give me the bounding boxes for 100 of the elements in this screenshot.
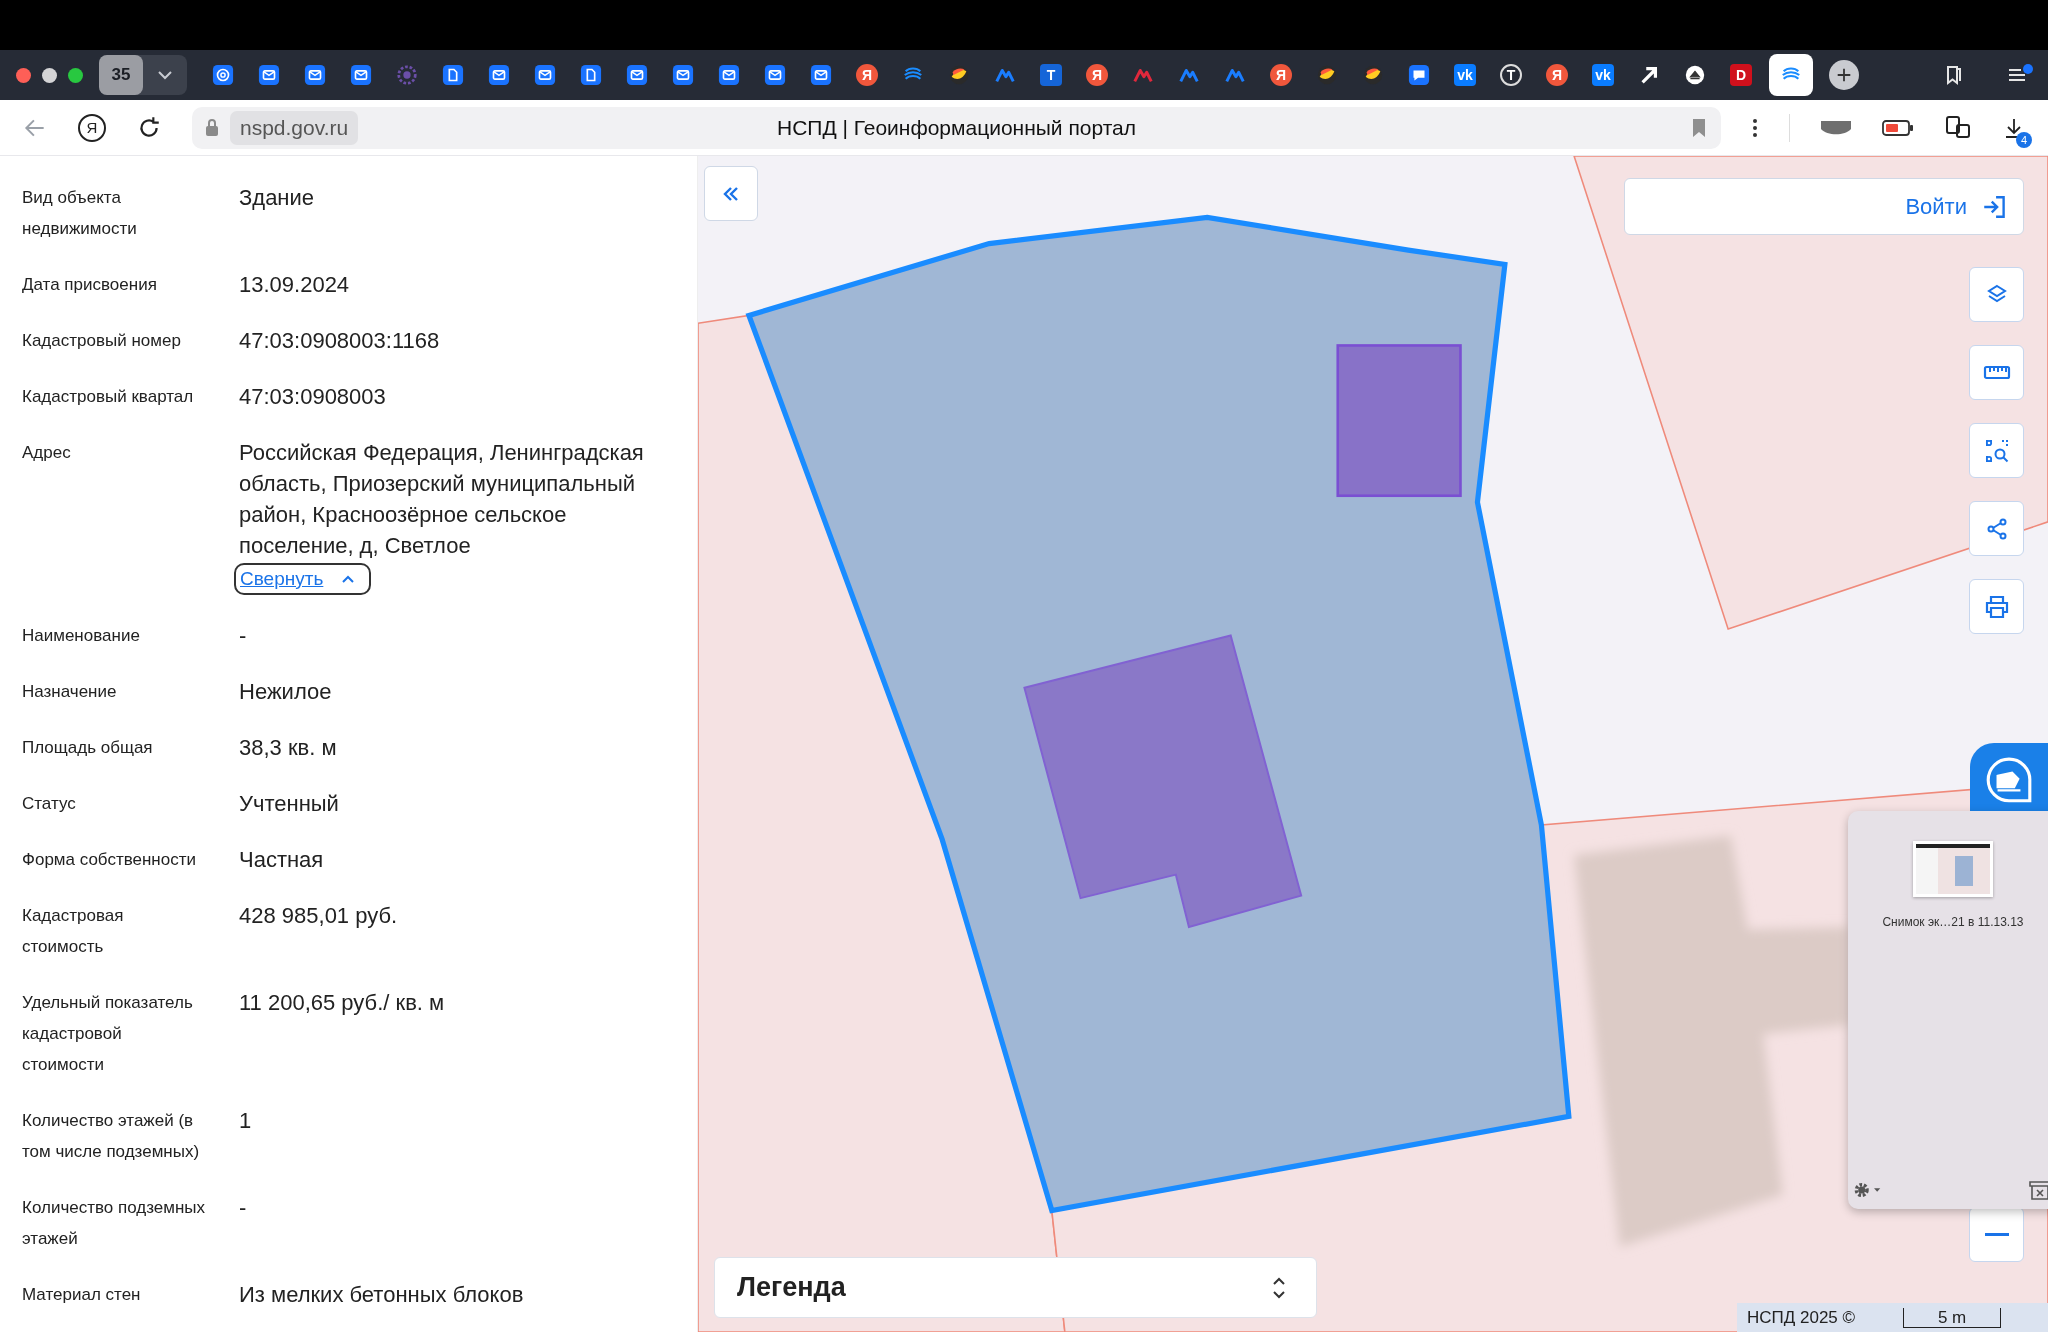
- bookmark-icon[interactable]: [1691, 117, 1707, 138]
- document-icon: [442, 64, 464, 86]
- trash-icon[interactable]: [2028, 1179, 2048, 1201]
- field-value: -: [239, 622, 247, 650]
- envelope-icon: [534, 64, 556, 86]
- browser-tab[interactable]: Я: [849, 57, 885, 93]
- field-label: Материал стен: [22, 1284, 142, 1306]
- envelope-icon: [626, 64, 648, 86]
- letter-logo-icon: vk: [1592, 64, 1614, 86]
- field-label: Площадь общая: [22, 737, 154, 759]
- letter-logo-icon: Я: [856, 64, 878, 86]
- field-value: Учтенный: [239, 790, 339, 818]
- page-title: НСПД | Геоинформационный портал: [776, 115, 1137, 140]
- download-count-badge: 4: [2016, 131, 2032, 148]
- envelope-icon: [350, 64, 372, 86]
- zoom-out-button[interactable]: [1969, 1207, 2024, 1262]
- document-icon: [580, 64, 602, 86]
- triangle-circle-icon: [1684, 64, 1706, 86]
- browser-tab[interactable]: T: [1033, 57, 1069, 93]
- field-label: Дата присвоения: [22, 274, 158, 296]
- field-label: Кадастровый номер: [22, 330, 182, 352]
- area-search-icon: [1983, 437, 2010, 464]
- yandex-home-button[interactable]: Я: [78, 113, 106, 142]
- close-window-button[interactable]: [16, 67, 31, 83]
- field-label: Адрес: [22, 442, 72, 464]
- letter-logo-icon: D: [1730, 64, 1752, 86]
- ruler-tool-button[interactable]: [1969, 345, 2024, 400]
- field-value: 13.09.2024: [239, 271, 350, 299]
- lock-icon: [204, 117, 220, 138]
- browser-tab[interactable]: Я: [1539, 57, 1575, 93]
- field-value: Российская Федерация, Ленинградская область, Приозерский муниципальный район, Красноозёрное сельское поселение, д, Светлое: [239, 439, 645, 560]
- up-down-chevron-icon: [1272, 1275, 1286, 1300]
- field-label: Кадастровая стоимость: [22, 905, 125, 958]
- flower-icon: [396, 64, 418, 86]
- browser-tab[interactable]: D: [1723, 57, 1759, 93]
- field-label: Наименование: [22, 625, 141, 647]
- envelope-icon: [258, 64, 280, 86]
- field-value: 38,3 кв. м: [239, 734, 337, 762]
- field-label: Назначение: [22, 681, 118, 703]
- url-text: nspd.gov.ru: [230, 110, 359, 145]
- field-value: 1: [239, 1107, 252, 1135]
- letter-logo-icon: vk: [1454, 64, 1476, 86]
- browser-tab[interactable]: vk: [1585, 57, 1621, 93]
- field-value: 428 985,01 руб.: [239, 902, 398, 930]
- attribution-text: НСПД 2025 ©: [1747, 1307, 1856, 1328]
- field-value: -: [239, 1194, 247, 1222]
- tab-count-badge[interactable]: 35: [99, 55, 143, 95]
- letter-logo-icon: Я: [1546, 64, 1568, 86]
- login-button[interactable]: Войти: [1624, 178, 2024, 235]
- field-value: 47:03:0908003: [239, 383, 386, 411]
- letter-logo-icon: Я: [1270, 64, 1292, 86]
- screenshot-thumbnail[interactable]: [1913, 841, 1993, 897]
- battery-icon[interactable]: [1882, 118, 1914, 137]
- browser-tab[interactable]: Я: [1079, 57, 1115, 93]
- layers-tool-button[interactable]: [1969, 267, 2024, 322]
- envelope-icon: [488, 64, 510, 86]
- field-label: Количество этажей (в том числе подземных): [22, 1110, 201, 1163]
- letter-logo-icon: T: [1040, 64, 1062, 86]
- field-label: Кадастровый квартал: [22, 386, 195, 408]
- ball-logo-icon: [1362, 64, 1384, 86]
- field-value: 11 200,65 руб./ кв. м: [239, 989, 445, 1017]
- field-label: Удельный показатель кадастровой стоимости: [22, 992, 194, 1076]
- field-value: Частная: [239, 846, 324, 874]
- envelope-icon: [672, 64, 694, 86]
- browser-tab[interactable]: vk: [1447, 57, 1483, 93]
- envelope-icon: [764, 64, 786, 86]
- letter-logo-icon: Я: [1086, 64, 1108, 86]
- browser-tab[interactable]: T: [1493, 57, 1529, 93]
- select-tool-button[interactable]: [1969, 423, 2024, 478]
- plus-icon: [1835, 66, 1853, 84]
- file-name: Снимок эк…21 в 11.13.13: [1882, 915, 2024, 929]
- ball-logo-icon: [948, 64, 970, 86]
- print-tool-button[interactable]: [1969, 579, 2024, 634]
- envelope-icon: [810, 64, 832, 86]
- zoom-window-button[interactable]: [68, 67, 83, 83]
- speech-bubble-icon: [1408, 64, 1430, 86]
- field-label: Форма собственности: [22, 849, 197, 871]
- browser-tab[interactable]: Я: [1263, 57, 1299, 93]
- collapse-link[interactable]: Свернуть: [234, 563, 372, 595]
- field-label: Количество подземных этажей: [22, 1197, 207, 1250]
- envelope-icon: [718, 64, 740, 86]
- ball-logo-icon: [1316, 64, 1338, 86]
- field-value: Из мелких бетонных блоков: [239, 1281, 524, 1309]
- minimize-window-button[interactable]: [42, 67, 57, 83]
- chevron-down-icon[interactable]: [157, 70, 173, 80]
- new-tab-button[interactable]: [1829, 60, 1859, 90]
- address-field[interactable]: nspd.gov.ru НСПД | Геоинформационный портал: [192, 106, 1721, 149]
- minus-icon: [1984, 1232, 2009, 1237]
- envelope-icon: [304, 64, 326, 86]
- field-label: Вид объекта недвижимости: [22, 187, 138, 240]
- field-value: Нежилое: [239, 678, 332, 706]
- field-label: Статус: [22, 793, 77, 815]
- collapse-panel-button[interactable]: [704, 166, 758, 221]
- field-value: Здание: [239, 184, 315, 212]
- scale-bar: 5 m: [1903, 1307, 2002, 1328]
- legend-dropdown[interactable]: Легенда: [714, 1257, 1317, 1318]
- share-tool-button[interactable]: [1969, 501, 2024, 556]
- field-value: 47:03:0908003:1168: [239, 327, 440, 355]
- browser-tab[interactable]: [1769, 54, 1813, 96]
- chevron-up-icon: [341, 574, 356, 584]
